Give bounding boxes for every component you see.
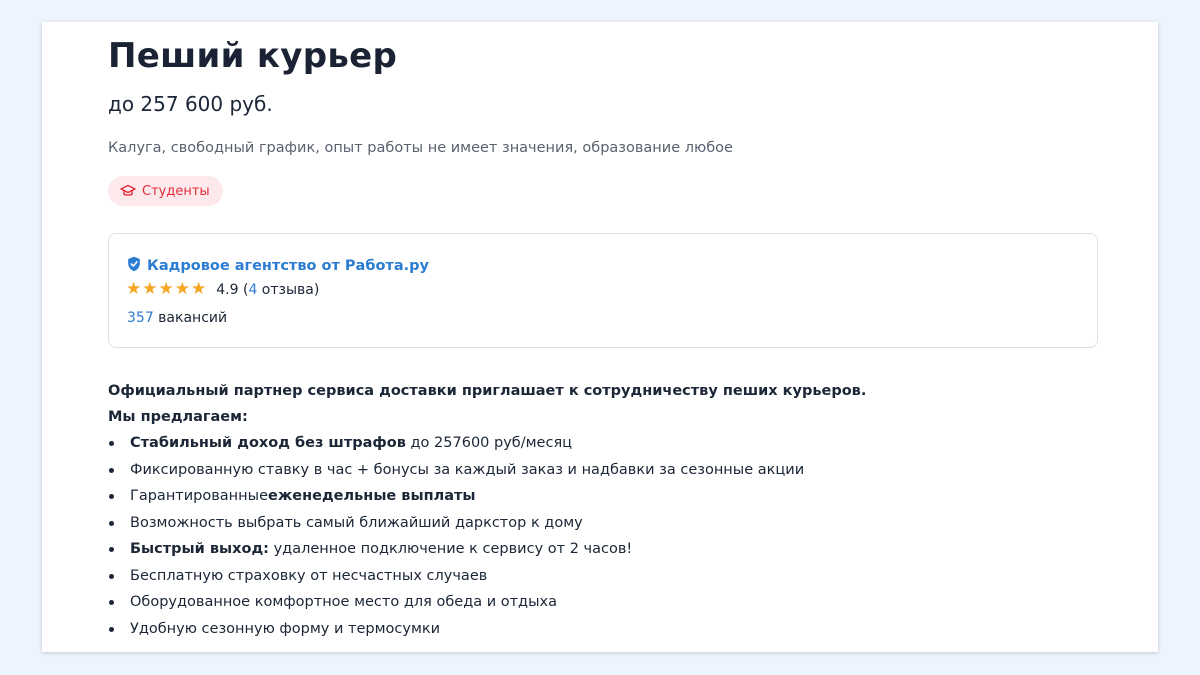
star-icon: ★ (191, 279, 207, 299)
shield-check-icon (127, 256, 141, 276)
list-item (108, 642, 1098, 652)
list-item: Фиксированную ставку в час + бонусы за к… (108, 457, 1098, 484)
vacancy-salary: до 257 600 руб. (108, 92, 273, 116)
star-icon: ★ (142, 279, 158, 299)
offer-heading: Мы предлагаем: (108, 409, 248, 425)
item-text: Возможность выбрать самый ближайший дарк… (130, 514, 583, 531)
item-bold: Быстрый выход: (130, 541, 269, 557)
item-text: Бесплатную страховку от несчастных случа… (130, 567, 488, 584)
rating-stars: ★ ★ ★ ★ ★ (126, 281, 206, 298)
list-item: Возможность выбрать самый ближайший дарк… (108, 510, 1098, 537)
item-text: до 257600 руб/месяц (405, 435, 573, 451)
reviews-word: отзыва) (257, 281, 320, 298)
rating-value: 4.9 (216, 281, 239, 298)
vacancy-title: Пеший курьер (108, 36, 398, 76)
item-text: Оборудованное комфортное место для обеда… (130, 594, 557, 610)
description-intro: Официальный партнер сервиса доставки при… (108, 383, 867, 399)
list-item: Бесплатную страховку от несчастных случа… (108, 563, 1098, 590)
item-text: Фиксированную ставку в час + бонусы за к… (130, 461, 805, 478)
vacancy-meta: Калуга, свободный график, опыт работы не… (108, 140, 733, 156)
reviews-count-link[interactable]: 4 (248, 282, 257, 298)
list-item: Оборудованное комфортное место для обеда… (108, 589, 1098, 616)
vacancies-count-link[interactable]: 357 (127, 310, 154, 326)
list-item: Стабильный доход без штрафов до 257600 р… (108, 430, 1098, 457)
item-text: Удобную сезонную форму и термосумки (130, 620, 441, 637)
students-badge-label: Студенты (142, 183, 210, 199)
offer-list: Стабильный доход без штрафов до 257600 р… (108, 430, 1098, 652)
item-text: удаленное подключение к сервису от 2 час… (268, 541, 633, 557)
star-icon: ★ (174, 279, 190, 299)
item-bold: еженедельные выплаты (268, 488, 476, 504)
vacancies-word: вакансий (153, 310, 228, 326)
vacancy-description: Официальный партнер сервиса доставки при… (108, 378, 1098, 652)
company-name-link[interactable]: Кадровое агентство от Работа.ру (147, 258, 429, 274)
company-rating: ★ ★ ★ ★ ★ 4.9 ( 4 отзыва) (126, 281, 319, 298)
star-icon: ★ (158, 279, 174, 299)
students-badge[interactable]: Студенты (108, 176, 223, 206)
list-item: Быстрый выход: удаленное подключение к с… (108, 536, 1098, 563)
vacancy-card: Пеший курьер до 257 600 руб. Калуга, сво… (42, 22, 1158, 652)
company-card: Кадровое агентство от Работа.ру ★ ★ ★ ★ … (108, 233, 1098, 348)
item-text: Гарантированные (130, 488, 269, 504)
list-item: Удобную сезонную форму и термосумки (108, 616, 1098, 643)
list-item: Гарантированныееженедельные выплаты (108, 483, 1098, 510)
company-vacancies: 357 вакансий (127, 310, 227, 326)
item-bold: Стабильный доход без штрафов (130, 435, 406, 451)
graduation-cap-icon (120, 184, 136, 198)
star-icon: ★ (126, 279, 142, 299)
company-header: Кадровое агентство от Работа.ру (127, 256, 429, 276)
